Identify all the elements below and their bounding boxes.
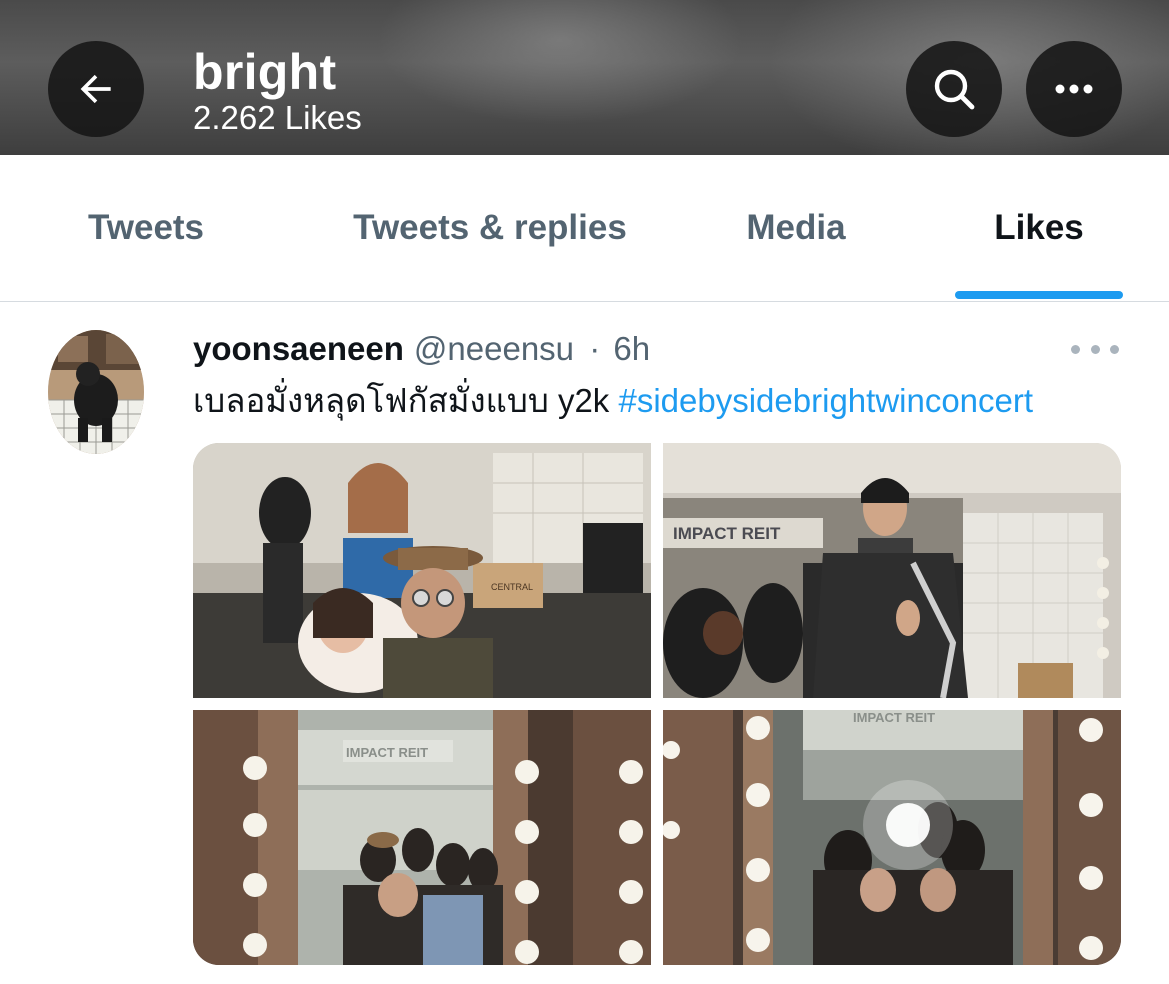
- hashtag-link[interactable]: #sidebysidebrightwinconcert: [618, 382, 1033, 419]
- tab-media[interactable]: Media: [718, 155, 874, 301]
- back-button[interactable]: [48, 41, 144, 137]
- tab-tweets-and-replies[interactable]: Tweets & replies: [330, 155, 650, 301]
- active-tab-indicator: [955, 291, 1123, 299]
- tweet-time[interactable]: 6h: [613, 330, 650, 367]
- avatar[interactable]: [48, 330, 144, 454]
- tweet-photo-1[interactable]: CENTRAL: [193, 443, 651, 698]
- profile-name: bright: [193, 44, 337, 100]
- tab-likes[interactable]: Likes: [955, 155, 1123, 301]
- tweet-body: เบลอมั่งหลุดโฟกัสมั่งแบบ y2k: [193, 382, 610, 419]
- search-button[interactable]: [906, 41, 1002, 137]
- tweet-photo-4[interactable]: IMPACT REIT: [663, 710, 1121, 965]
- profile-tabs: Tweets Tweets & replies Media Likes: [0, 155, 1169, 302]
- photo2-sign-text: IMPACT REIT: [673, 524, 781, 543]
- tweet-author: yoonsaeneen @neeensu · 6h: [193, 328, 650, 370]
- more-button[interactable]: [1026, 41, 1122, 137]
- profile-header: bright 2.262 Likes: [0, 0, 1169, 155]
- tweet-text: เบลอมั่งหลุดโฟกัสมั่งแบบ y2k #sidebyside…: [193, 379, 1033, 423]
- photo4-sign-text: IMPACT REIT: [853, 710, 935, 725]
- author-display-name[interactable]: yoonsaeneen: [193, 330, 404, 367]
- arrow-left-icon: [80, 74, 111, 104]
- search-icon: [934, 69, 975, 110]
- tweet-photo-2[interactable]: IMPACT REIT: [663, 443, 1121, 698]
- likes-count: 2.262 Likes: [193, 99, 362, 136]
- tweet-photo-3[interactable]: IMPACT REIT: [193, 710, 651, 965]
- more-horizontal-icon: [1055, 84, 1093, 94]
- tweet-more-icon[interactable]: [1071, 333, 1119, 365]
- tweet-media-grid: CENTRAL IMPACT REIT IMPACT REIT IMPACT R…: [193, 443, 1121, 965]
- author-handle[interactable]: @neeensu: [414, 330, 574, 367]
- photo1-bag-text: CENTRAL: [491, 582, 533, 592]
- photo3-sign-text: IMPACT REIT: [346, 745, 428, 760]
- tab-tweets[interactable]: Tweets: [40, 155, 252, 301]
- meta-separator: ·: [589, 330, 601, 367]
